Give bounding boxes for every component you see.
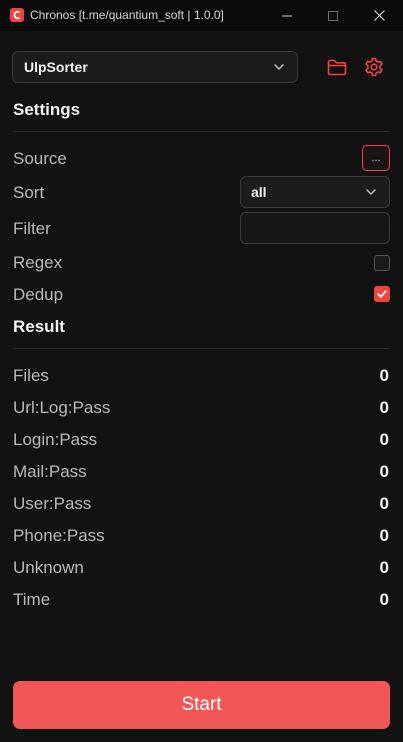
module-select-value: UlpSorter — [24, 59, 88, 75]
checkmark-icon — [377, 290, 387, 298]
folder-icon — [327, 59, 347, 75]
window-title: Chronos [t.me/quantium_soft | 1.0.0] — [30, 8, 224, 22]
files-label: Files — [13, 366, 49, 385]
close-button[interactable] — [356, 0, 402, 31]
unknown-label: Unknown — [13, 558, 84, 577]
minimize-icon — [282, 15, 292, 16]
login-pass-label: Login:Pass — [13, 430, 98, 449]
settings-title: Settings — [13, 100, 81, 119]
settings-button[interactable] — [363, 56, 385, 78]
maximize-button[interactable] — [310, 0, 356, 31]
sort-select-value: all — [251, 184, 267, 200]
time-value: 0 — [379, 590, 389, 609]
source-label: Source — [13, 149, 67, 168]
close-icon — [373, 10, 385, 21]
result-divider — [13, 348, 390, 349]
dedup-checkbox[interactable] — [374, 286, 390, 302]
url-log-pass-value: 0 — [379, 398, 389, 417]
browse-source-button[interactable]: ... — [362, 145, 390, 171]
dedup-label: Dedup — [13, 285, 64, 304]
minimize-button[interactable] — [264, 0, 310, 31]
user-pass-label: User:Pass — [13, 494, 92, 513]
maximize-icon — [328, 10, 338, 21]
login-pass-value: 0 — [379, 430, 389, 449]
chevron-down-icon — [366, 189, 376, 195]
url-log-pass-label: Url:Log:Pass — [13, 398, 111, 417]
user-pass-value: 0 — [379, 494, 389, 513]
regex-checkbox[interactable] — [374, 255, 390, 271]
chevron-down-icon — [274, 64, 284, 70]
title-bar: Chronos [t.me/quantium_soft | 1.0.0] — [0, 0, 403, 31]
phone-pass-value: 0 — [379, 526, 389, 545]
gear-icon — [365, 57, 383, 77]
result-title: Result — [13, 317, 65, 336]
files-value: 0 — [379, 366, 389, 385]
sort-select[interactable]: all — [240, 176, 390, 208]
mail-pass-value: 0 — [379, 462, 389, 481]
filter-input[interactable] — [240, 212, 390, 244]
time-label: Time — [13, 590, 51, 609]
app-icon — [10, 8, 24, 22]
settings-divider — [13, 131, 390, 132]
sort-label: Sort — [13, 183, 45, 202]
regex-label: Regex — [13, 253, 63, 272]
mail-pass-label: Mail:Pass — [13, 462, 87, 481]
open-folder-button[interactable] — [326, 56, 348, 78]
phone-pass-label: Phone:Pass — [13, 526, 105, 545]
filter-label: Filter — [13, 219, 51, 238]
module-select[interactable]: UlpSorter — [12, 51, 298, 83]
unknown-value: 0 — [379, 558, 389, 577]
start-button[interactable]: Start — [13, 681, 390, 729]
